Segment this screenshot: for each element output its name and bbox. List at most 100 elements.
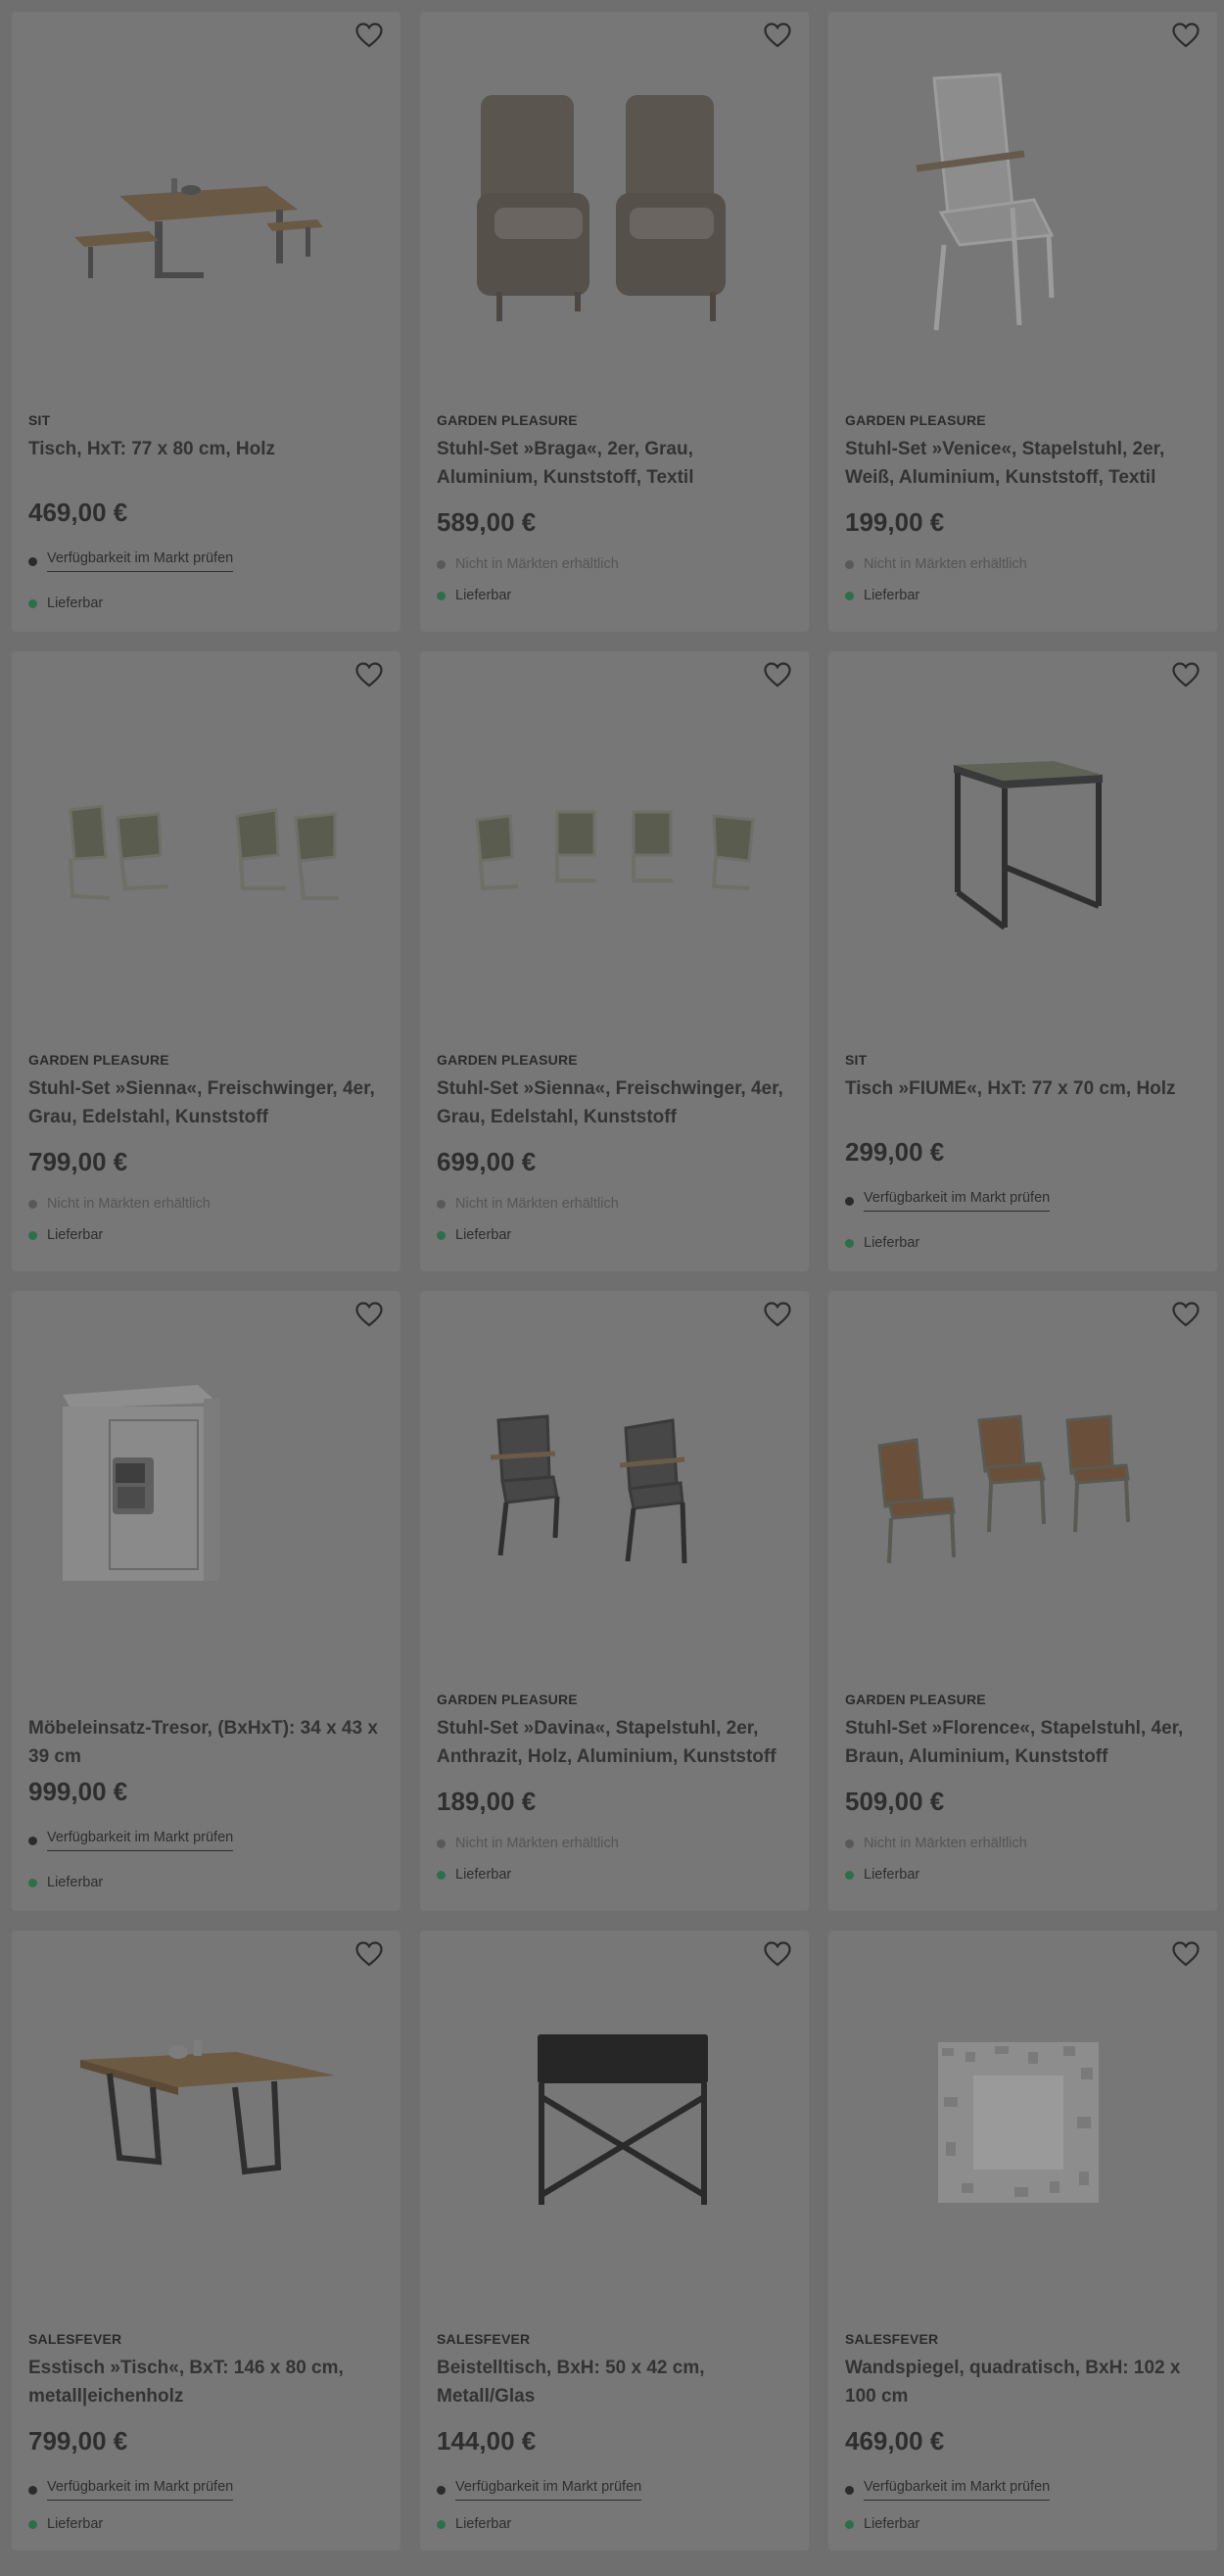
product-brand: SALESFEVER — [437, 2331, 531, 2347]
store-availability-label: Nicht in Märkten erhältlich — [47, 1196, 211, 1212]
product-title[interactable]: Stuhl-Set »Florence«, Stapelstuhl, 4er, … — [845, 1714, 1200, 1771]
product-price: 699,00 € — [437, 1147, 537, 1176]
product-card[interactable]: GARDEN PLEASURE Stuhl-Set »Florence«, St… — [828, 1291, 1217, 1911]
check-store-availability-link[interactable]: Verfügbarkeit im Markt prüfen — [47, 2479, 234, 2501]
store-availability: Verfügbarkeit im Markt prüfen — [28, 2479, 234, 2501]
check-store-availability-link[interactable]: Verfügbarkeit im Markt prüfen — [47, 1830, 234, 1851]
product-price: 589,00 € — [437, 507, 537, 537]
store-availability: Nicht in Märkten erhältlich — [437, 1836, 619, 1851]
unavailable-dot-icon — [28, 1199, 37, 1209]
product-card[interactable]: SIT Tisch »FIUME«, HxT: 77 x 70 cm, Holz… — [828, 651, 1217, 1271]
product-title[interactable]: Esstisch »Tisch«, BxT: 146 x 80 cm, meta… — [28, 2354, 384, 2410]
product-grid: SIT Tisch, HxT: 77 x 80 cm, Holz 469,00 … — [0, 0, 1224, 2551]
delivery-status-label: Lieferbar — [864, 588, 920, 603]
unavailable-dot-icon — [845, 1838, 854, 1848]
store-availability-label: Nicht in Märkten erhältlich — [864, 1836, 1027, 1851]
product-price: 469,00 € — [845, 2426, 945, 2456]
available-dot-icon — [437, 2519, 446, 2529]
delivery-status-label: Lieferbar — [864, 1867, 920, 1883]
available-dot-icon — [845, 591, 854, 600]
product-card[interactable]: SALESFEVER Esstisch »Tisch«, BxT: 146 x … — [12, 1931, 400, 2551]
product-card[interactable]: GARDEN PLEASURE Stuhl-Set »Davina«, Stap… — [420, 1291, 809, 1911]
product-brand: SIT — [845, 1052, 868, 1068]
product-title[interactable]: Stuhl-Set »Sienna«, Freischwinger, 4er, … — [28, 1074, 384, 1131]
store-availability-label: Nicht in Märkten erhältlich — [455, 1836, 619, 1851]
available-dot-icon — [845, 2519, 854, 2529]
delivery-status: Lieferbar — [437, 1867, 511, 1883]
availability-dot-icon — [845, 2485, 854, 2495]
product-card[interactable]: SALESFEVER Wandspiegel, quadratisch, BxH… — [828, 1931, 1217, 2551]
availability-dot-icon — [437, 2485, 446, 2495]
available-dot-icon — [28, 1230, 37, 1240]
product-title[interactable]: Tisch »FIUME«, HxT: 77 x 70 cm, Holz — [845, 1074, 1200, 1103]
store-availability: Nicht in Märkten erhältlich — [845, 556, 1027, 572]
delivery-status-label: Lieferbar — [864, 2516, 920, 2532]
product-brand: SIT — [28, 412, 51, 428]
delivery-status: Lieferbar — [437, 588, 511, 603]
store-availability: Nicht in Märkten erhältlich — [437, 556, 619, 572]
product-card[interactable]: Möbeleinsatz-Tresor, (BxHxT): 34 x 43 x … — [12, 1291, 400, 1911]
unavailable-dot-icon — [437, 1838, 446, 1848]
availability-dot-icon — [28, 556, 37, 566]
store-availability: Verfügbarkeit im Markt prüfen — [28, 550, 234, 572]
product-card[interactable]: GARDEN PLEASURE Stuhl-Set »Sienna«, Frei… — [12, 651, 400, 1271]
product-brand: GARDEN PLEASURE — [28, 1052, 169, 1068]
product-price: 299,00 € — [845, 1137, 945, 1167]
product-title[interactable]: Tisch, HxT: 77 x 80 cm, Holz — [28, 435, 384, 463]
store-availability-label: Nicht in Märkten erhältlich — [455, 556, 619, 572]
availability-dot-icon — [28, 2485, 37, 2495]
product-title[interactable]: Stuhl-Set »Davina«, Stapelstuhl, 2er, An… — [437, 1714, 792, 1771]
delivery-status-label: Lieferbar — [864, 1235, 920, 1251]
delivery-status-label: Lieferbar — [455, 588, 512, 603]
available-dot-icon — [28, 1878, 37, 1887]
product-title[interactable]: Möbeleinsatz-Tresor, (BxHxT): 34 x 43 x … — [28, 1714, 384, 1771]
delivery-status-label: Lieferbar — [47, 2516, 104, 2532]
product-brand: GARDEN PLEASURE — [437, 412, 578, 428]
product-card[interactable]: GARDEN PLEASURE Stuhl-Set »Venice«, Stap… — [828, 12, 1217, 632]
product-price: 799,00 € — [28, 1147, 128, 1176]
delivery-status: Lieferbar — [437, 2516, 511, 2532]
product-brand: GARDEN PLEASURE — [845, 1692, 986, 1707]
product-title[interactable]: Stuhl-Set »Braga«, 2er, Grau, Aluminium,… — [437, 435, 792, 492]
product-brand: SALESFEVER — [845, 2331, 939, 2347]
store-availability: Nicht in Märkten erhältlich — [437, 1196, 619, 1212]
product-card[interactable]: GARDEN PLEASURE Stuhl-Set »Braga«, 2er, … — [420, 12, 809, 632]
delivery-status: Lieferbar — [28, 1227, 103, 1243]
delivery-status: Lieferbar — [845, 1235, 919, 1251]
product-brand: SALESFEVER — [28, 2331, 122, 2347]
check-store-availability-link[interactable]: Verfügbarkeit im Markt prüfen — [455, 2479, 642, 2501]
unavailable-dot-icon — [437, 559, 446, 569]
product-price: 189,00 € — [437, 1787, 537, 1816]
delivery-status: Lieferbar — [28, 596, 103, 611]
product-title[interactable]: Beistelltisch, BxH: 50 x 42 cm, Metall/G… — [437, 2354, 792, 2410]
product-price: 144,00 € — [437, 2426, 537, 2456]
available-dot-icon — [28, 598, 37, 608]
check-store-availability-link[interactable]: Verfügbarkeit im Markt prüfen — [864, 1190, 1051, 1212]
product-title[interactable]: Wandspiegel, quadratisch, BxH: 102 x 100… — [845, 2354, 1200, 2410]
available-dot-icon — [845, 1870, 854, 1880]
product-title[interactable]: Stuhl-Set »Sienna«, Freischwinger, 4er, … — [437, 1074, 792, 1131]
check-store-availability-link[interactable]: Verfügbarkeit im Markt prüfen — [47, 550, 234, 572]
product-title[interactable]: Stuhl-Set »Venice«, Stapelstuhl, 2er, We… — [845, 435, 1200, 492]
product-card[interactable]: SALESFEVER Beistelltisch, BxH: 50 x 42 c… — [420, 1931, 809, 2551]
delivery-status-label: Lieferbar — [455, 1867, 512, 1883]
delivery-status: Lieferbar — [437, 1227, 511, 1243]
delivery-status: Lieferbar — [845, 1867, 919, 1883]
delivery-status-label: Lieferbar — [47, 596, 104, 611]
unavailable-dot-icon — [437, 1199, 446, 1209]
product-card[interactable]: SIT Tisch, HxT: 77 x 80 cm, Holz 469,00 … — [12, 12, 400, 632]
check-store-availability-link[interactable]: Verfügbarkeit im Markt prüfen — [864, 2479, 1051, 2501]
availability-dot-icon — [845, 1196, 854, 1206]
product-card[interactable]: GARDEN PLEASURE Stuhl-Set »Sienna«, Frei… — [420, 651, 809, 1271]
available-dot-icon — [437, 1870, 446, 1880]
product-brand: GARDEN PLEASURE — [437, 1692, 578, 1707]
available-dot-icon — [437, 1230, 446, 1240]
product-brand: GARDEN PLEASURE — [845, 412, 986, 428]
product-price: 469,00 € — [28, 498, 128, 527]
delivery-status: Lieferbar — [845, 588, 919, 603]
store-availability: Verfügbarkeit im Markt prüfen — [437, 2479, 642, 2501]
delivery-status-label: Lieferbar — [47, 1875, 104, 1890]
product-price: 199,00 € — [845, 507, 945, 537]
product-brand: GARDEN PLEASURE — [437, 1052, 578, 1068]
delivery-status-label: Lieferbar — [47, 1227, 104, 1243]
